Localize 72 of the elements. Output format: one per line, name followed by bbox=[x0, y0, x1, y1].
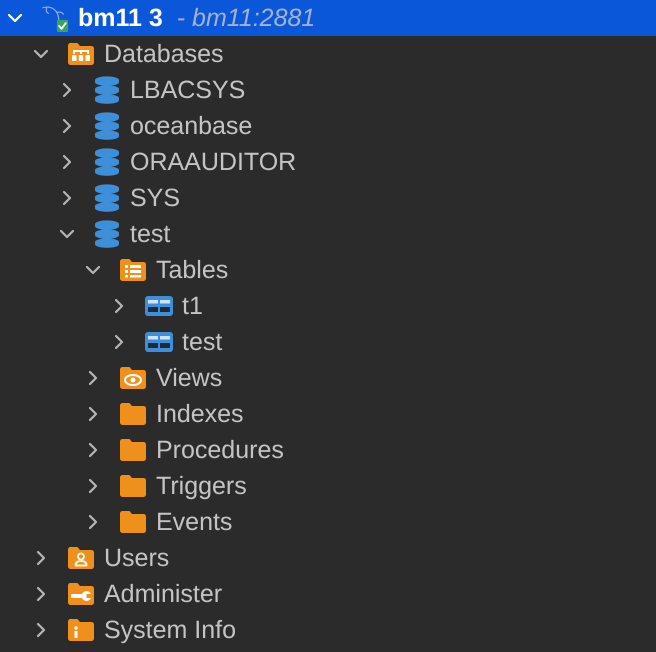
chevron-down-icon[interactable] bbox=[59, 229, 75, 239]
node-label: Databases bbox=[104, 39, 224, 69]
tree-row[interactable]: ORAAUDITOR bbox=[0, 144, 656, 180]
chevron-right-icon[interactable] bbox=[36, 586, 46, 602]
connection-name: bm11 3 bbox=[78, 3, 163, 33]
table-icon bbox=[145, 296, 173, 316]
tree-row[interactable]: Views bbox=[0, 360, 656, 396]
folder-user-icon bbox=[68, 547, 94, 569]
folder-icon bbox=[120, 475, 146, 497]
folder-tree-icon bbox=[68, 43, 94, 65]
connection-address: - bm11:2881 bbox=[176, 3, 316, 33]
tree-row[interactable]: Indexes bbox=[0, 396, 656, 432]
chevron-right-icon[interactable] bbox=[88, 442, 98, 458]
node-label: SYS bbox=[130, 183, 180, 213]
tree-row[interactable]: Events bbox=[0, 504, 656, 540]
tree-row[interactable]: Tables bbox=[0, 252, 656, 288]
chevron-right-icon[interactable] bbox=[62, 82, 72, 98]
chevron-right-icon[interactable] bbox=[114, 334, 124, 350]
node-label: Triggers bbox=[156, 471, 247, 501]
folder-wrench-icon bbox=[68, 583, 94, 605]
tree-row[interactable]: Administer bbox=[0, 576, 656, 612]
node-label: LBACSYS bbox=[130, 75, 246, 105]
chevron-right-icon[interactable] bbox=[88, 514, 98, 530]
chevron-right-icon[interactable] bbox=[62, 154, 72, 170]
node-label: Views bbox=[156, 363, 222, 393]
node-label: ORAAUDITOR bbox=[130, 147, 296, 177]
node-label: test bbox=[182, 327, 222, 357]
dolphin-check-icon bbox=[41, 4, 69, 32]
folder-icon bbox=[120, 439, 146, 461]
chevron-right-icon[interactable] bbox=[62, 118, 72, 134]
database-icon bbox=[94, 148, 120, 176]
node-label: Indexes bbox=[156, 399, 244, 429]
tree-row[interactable]: test bbox=[0, 324, 656, 360]
database-icon bbox=[94, 76, 120, 104]
chevron-right-icon[interactable] bbox=[36, 622, 46, 638]
chevron-right-icon[interactable] bbox=[62, 190, 72, 206]
folder-info-icon bbox=[68, 619, 94, 641]
folder-icon bbox=[120, 511, 146, 533]
folder-list-icon bbox=[120, 259, 146, 281]
chevron-down-icon[interactable] bbox=[85, 265, 101, 275]
node-label: Tables bbox=[156, 255, 228, 285]
node-label: Procedures bbox=[156, 435, 284, 465]
tree-row[interactable]: LBACSYS bbox=[0, 72, 656, 108]
node-label: System Info bbox=[104, 615, 236, 645]
table-icon bbox=[145, 332, 173, 352]
tree-row[interactable]: Procedures bbox=[0, 432, 656, 468]
node-label: t1 bbox=[182, 291, 203, 321]
tree-row[interactable]: bm11 3 - bm11:2881 bbox=[0, 0, 656, 36]
chevron-right-icon[interactable] bbox=[88, 478, 98, 494]
node-label: Administer bbox=[104, 579, 222, 609]
chevron-right-icon[interactable] bbox=[88, 370, 98, 386]
folder-icon bbox=[120, 403, 146, 425]
chevron-right-icon[interactable] bbox=[114, 298, 124, 314]
tree-row[interactable]: Triggers bbox=[0, 468, 656, 504]
tree-row[interactable]: t1 bbox=[0, 288, 656, 324]
node-label: test bbox=[130, 219, 170, 249]
tree-row[interactable]: test bbox=[0, 216, 656, 252]
database-icon bbox=[94, 112, 120, 140]
node-label: Events bbox=[156, 507, 232, 537]
chevron-down-icon[interactable] bbox=[33, 49, 49, 59]
tree-row[interactable]: System Info bbox=[0, 612, 656, 648]
chevron-right-icon[interactable] bbox=[36, 550, 46, 566]
tree-row[interactable]: SYS bbox=[0, 180, 656, 216]
tree-row[interactable]: Databases bbox=[0, 36, 656, 72]
node-label: oceanbase bbox=[130, 111, 252, 141]
node-label: Users bbox=[104, 543, 170, 573]
folder-eye-icon bbox=[120, 367, 146, 389]
tree-row[interactable]: oceanbase bbox=[0, 108, 656, 144]
database-icon bbox=[94, 220, 120, 248]
chevron-right-icon[interactable] bbox=[88, 406, 98, 422]
database-icon bbox=[94, 184, 120, 212]
tree-row[interactable]: Users bbox=[0, 540, 656, 576]
